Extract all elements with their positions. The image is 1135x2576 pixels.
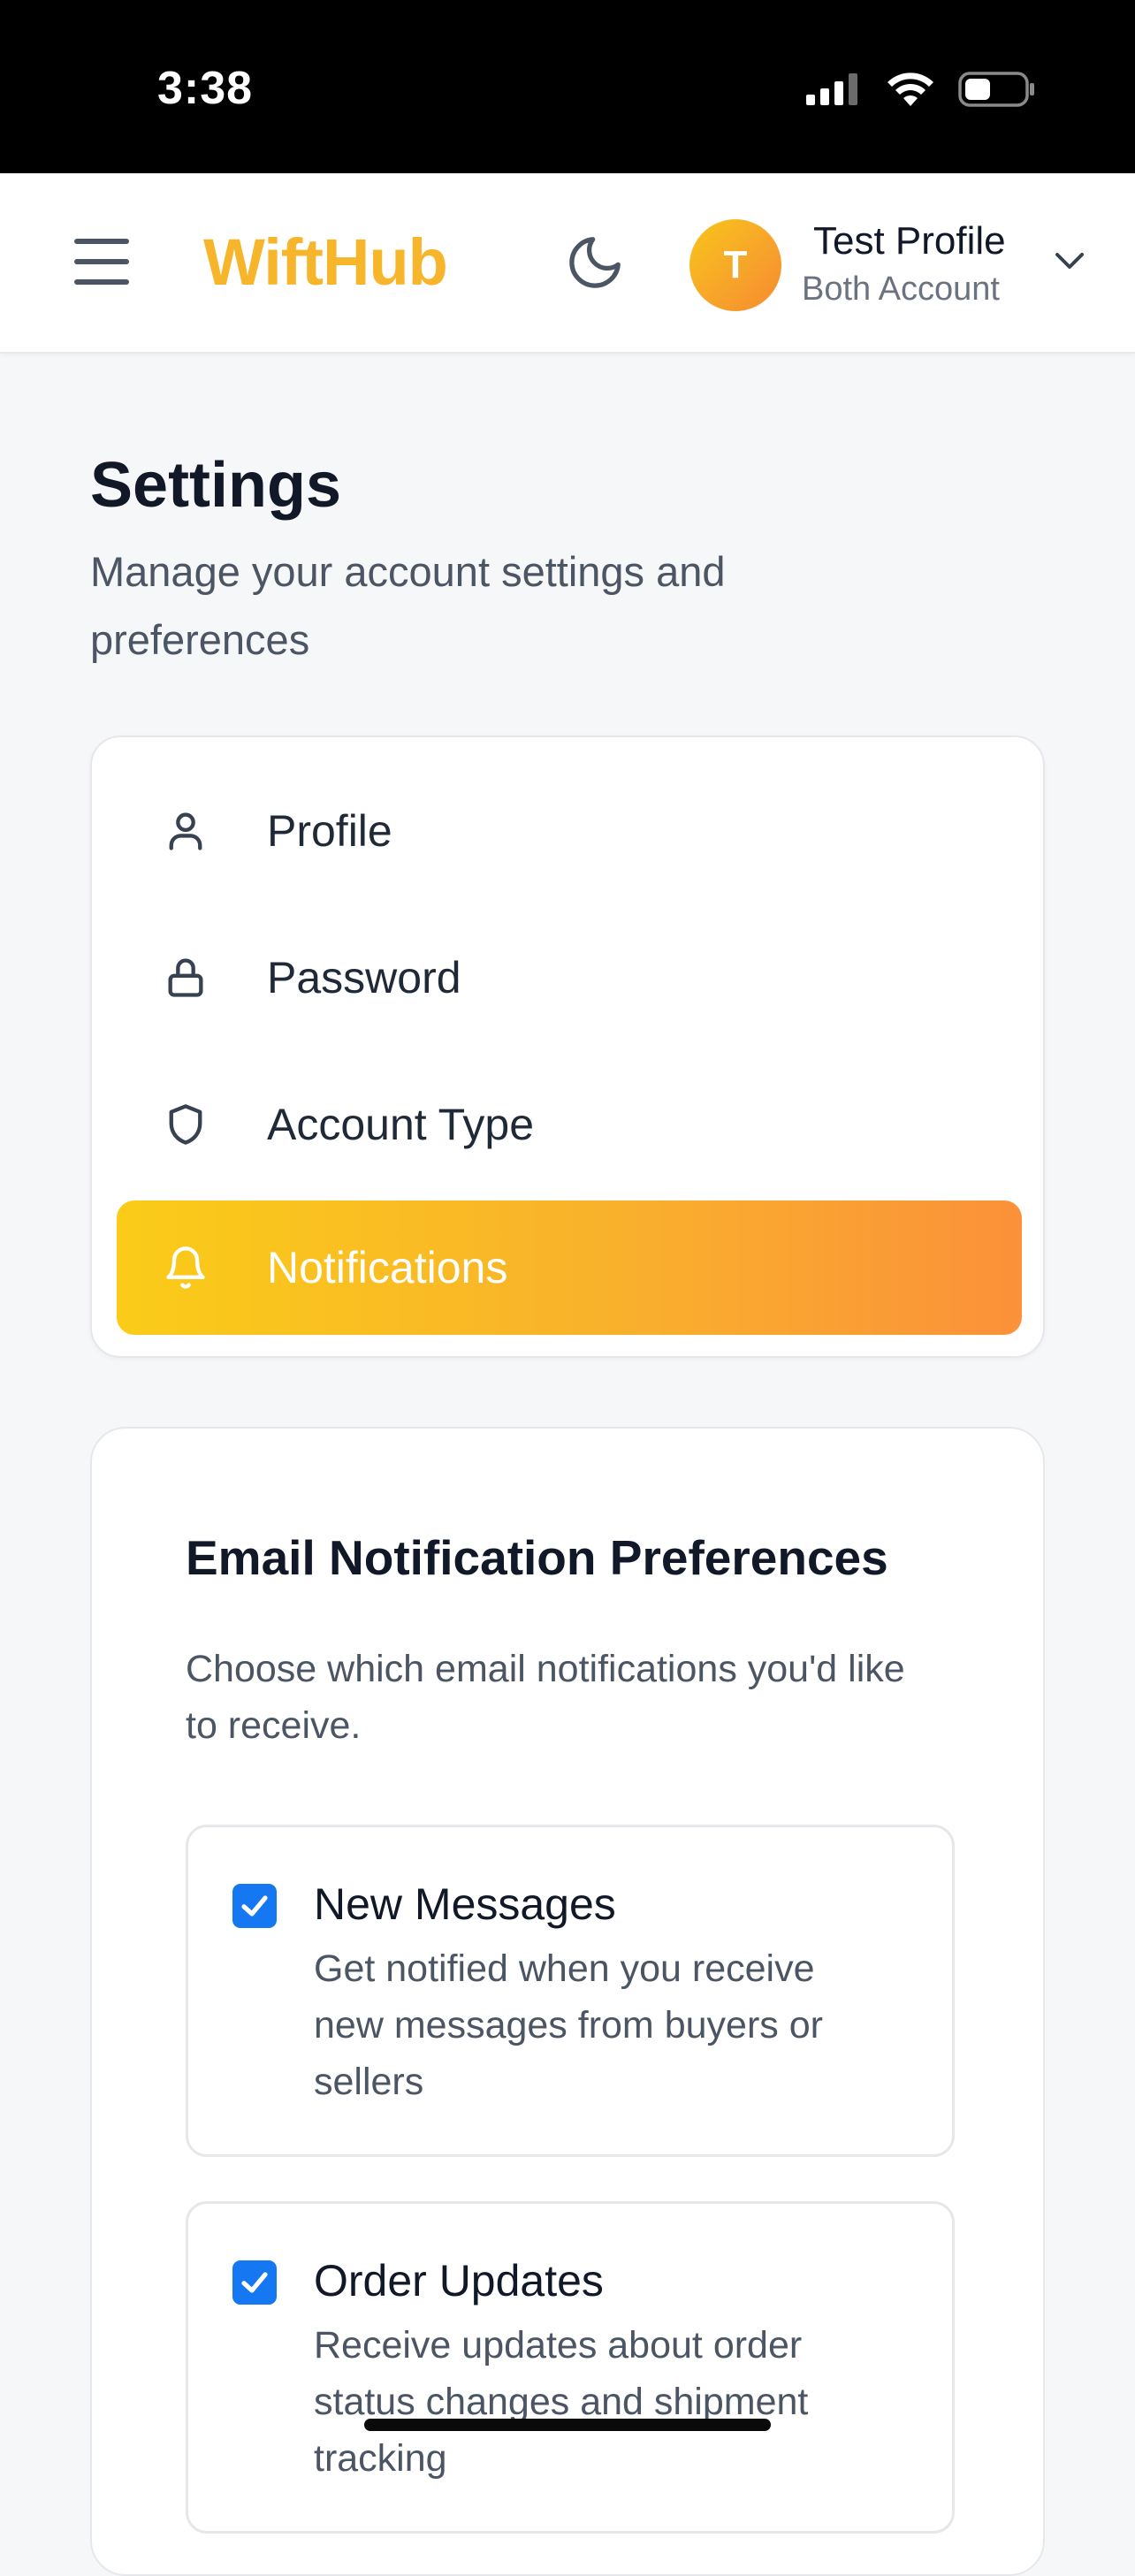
- app-header: WiftHub T Test Profile Both Account: [0, 173, 1135, 354]
- avatar[interactable]: T: [689, 219, 781, 311]
- nav-item-label: Account Type: [267, 1100, 535, 1149]
- checkmark-icon: [241, 2272, 268, 2293]
- section-description: Choose which email notifications you'd l…: [186, 1648, 905, 1747]
- preference-description: Receive updates about order status chang…: [314, 2324, 809, 2480]
- nav-item-account-type[interactable]: Account Type: [117, 1057, 1022, 1192]
- checkbox-order-updates[interactable]: [232, 2260, 277, 2305]
- hamburger-menu-icon[interactable]: [71, 235, 133, 288]
- battery-icon: [958, 72, 1034, 107]
- cellular-signal-icon: [806, 73, 857, 105]
- wifi-icon: [887, 72, 933, 106]
- nav-item-label: Profile: [267, 806, 392, 856]
- preference-label: New Messages: [314, 1879, 616, 1929]
- status-time: 3:38: [157, 63, 254, 114]
- user-icon: [169, 812, 202, 850]
- section-title: Email Notification Preferences: [186, 1530, 888, 1585]
- nav-item-profile[interactable]: Profile: [117, 764, 1022, 898]
- lock-icon: [168, 958, 203, 997]
- preference-order-updates[interactable]: Order Updates Receive updates about orde…: [186, 2201, 955, 2534]
- preference-description: Get notified when you receive new messag…: [314, 1947, 823, 2103]
- shield-icon: [169, 1104, 202, 1145]
- page-title: Settings: [90, 450, 342, 521]
- status-icons: [806, 71, 1036, 108]
- email-preferences-card: Email Notification Preferences Choose wh…: [90, 1427, 1045, 2576]
- checkbox-new-messages[interactable]: [232, 1884, 277, 1928]
- preference-new-messages[interactable]: New Messages Get notified when you recei…: [186, 1825, 955, 2157]
- chevron-down-icon[interactable]: [1052, 248, 1087, 274]
- settings-nav-card: Profile Password Account Type Notificati…: [90, 735, 1045, 1358]
- bell-icon: [166, 1246, 205, 1289]
- nav-item-notifications[interactable]: Notifications: [117, 1200, 1022, 1335]
- profile-name[interactable]: Test Profile: [813, 219, 1006, 263]
- profile-account-type[interactable]: Both Account: [802, 271, 1000, 309]
- nav-item-password[interactable]: Password: [117, 911, 1022, 1045]
- nav-item-label: Password: [267, 953, 461, 1002]
- preference-label: Order Updates: [314, 2256, 604, 2305]
- page-subtitle: Manage your account settings and prefere…: [90, 548, 726, 663]
- checkmark-icon: [241, 1895, 268, 1917]
- status-bar: 3:38: [0, 0, 1135, 173]
- brand-logo[interactable]: WiftHub: [203, 225, 448, 300]
- home-indicator: [364, 2419, 771, 2431]
- moon-icon[interactable]: [564, 232, 626, 293]
- nav-item-label: Notifications: [267, 1243, 508, 1292]
